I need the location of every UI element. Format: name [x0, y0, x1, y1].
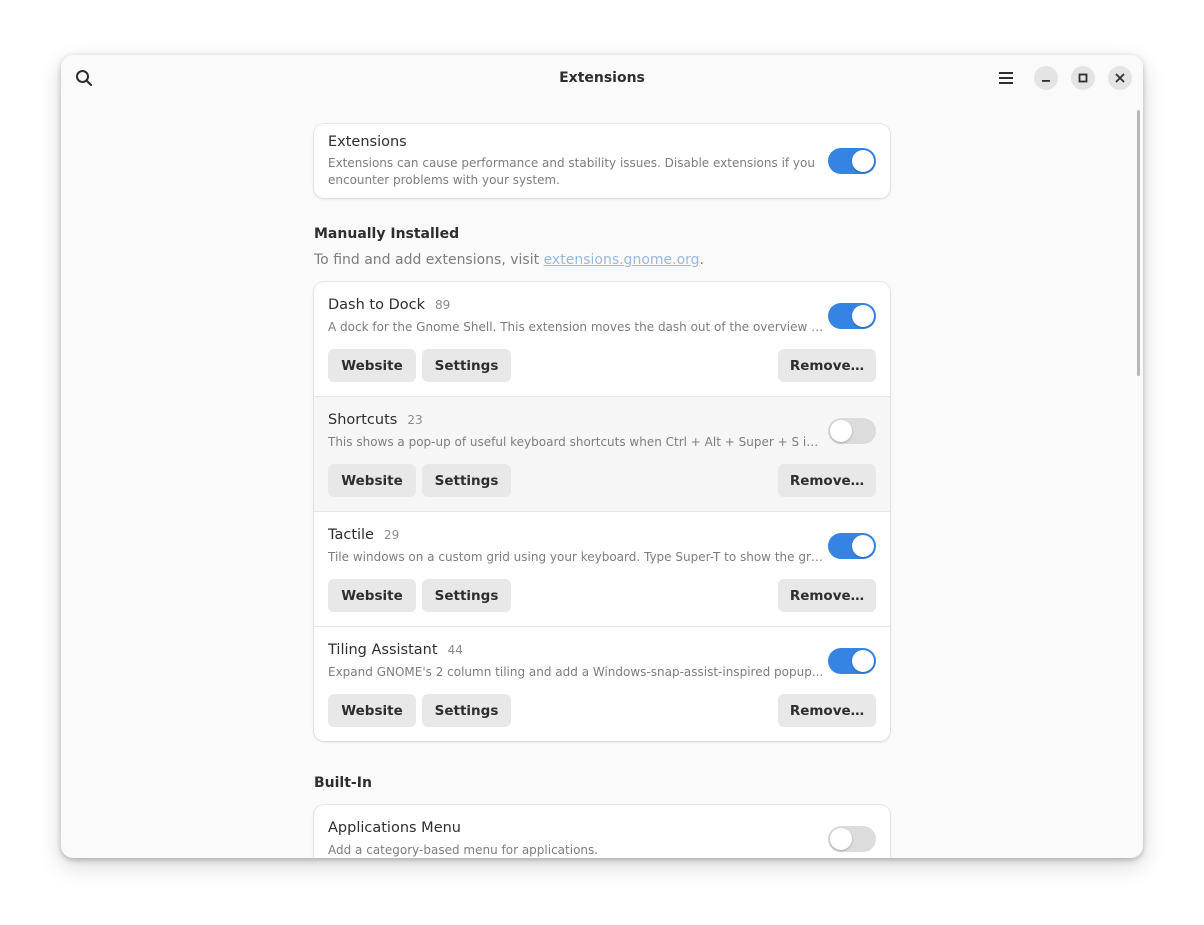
website-button[interactable]: Website	[328, 349, 416, 382]
built-in-heading: Built-In	[314, 775, 372, 791]
extensions-master-title: Extensions	[328, 134, 407, 150]
switch-knob	[830, 420, 852, 442]
remove-button[interactable]: Remove…	[778, 464, 876, 497]
remove-button[interactable]: Remove…	[778, 694, 876, 727]
extensions-master-switch[interactable]	[828, 148, 876, 174]
extension-row-dash-to-dock: Dash to Dock 89 A dock for the Gnome Shel…	[314, 282, 890, 396]
extensions-window: Extensions Extensions Extensions can cau…	[61, 55, 1143, 858]
remove-button[interactable]: Remove…	[778, 579, 876, 612]
switch-knob	[852, 650, 874, 672]
extension-row-shortcuts: Shortcuts 23 This shows a pop-up of usefu…	[314, 396, 890, 511]
extension-version: 89	[434, 298, 451, 312]
hamburger-menu-icon	[999, 72, 1013, 84]
builtin-extensions-list: Applications Menu Add a category-based m…	[314, 805, 890, 858]
website-button[interactable]: Website	[328, 464, 416, 497]
close-button[interactable]	[1108, 66, 1132, 90]
desc-prefix: To find and add extensions, visit	[314, 252, 544, 268]
close-icon	[1115, 73, 1125, 83]
extension-version: 44	[447, 643, 463, 657]
extension-description: This shows a pop-up of useful keyboard s…	[328, 435, 824, 449]
header-bar: Extensions	[61, 55, 1143, 102]
maximize-icon	[1078, 73, 1088, 83]
extension-switch-tiling-assistant[interactable]	[828, 648, 876, 674]
extension-title: Tiling Assistant 44	[328, 642, 463, 658]
extension-title: Shortcuts 23	[328, 412, 423, 428]
extension-version: 29	[383, 528, 400, 542]
extension-description: Expand GNOME's 2 column tiling and add a…	[328, 665, 824, 679]
extension-switch-dash-to-dock[interactable]	[828, 303, 876, 329]
extensions-toggle-card: Extensions Extensions can cause performa…	[314, 124, 890, 198]
minimize-button[interactable]	[1034, 66, 1058, 90]
extension-name: Dash to Dock	[328, 297, 425, 313]
search-icon	[76, 70, 93, 87]
manually-installed-heading: Manually Installed	[314, 226, 460, 242]
extensions-master-description: Extensions can cause performance and sta…	[328, 156, 815, 187]
website-button[interactable]: Website	[328, 694, 416, 727]
switch-knob	[830, 828, 852, 850]
manual-extensions-list: Dash to Dock 89 A dock for the Gnome Shel…	[314, 282, 890, 741]
extension-row-tiling-assistant: Tiling Assistant 44 Expand GNOME's 2 colu…	[314, 626, 890, 741]
extension-description: Add a category-based menu for applicatio…	[328, 843, 599, 857]
switch-knob	[852, 535, 874, 557]
settings-button[interactable]: Settings	[422, 579, 511, 612]
content-column: Extensions Extensions can cause performa…	[314, 124, 890, 858]
extension-name: Tactile	[328, 527, 374, 543]
extension-switch-applications-menu[interactable]	[828, 826, 876, 852]
extension-description: Tile windows on a custom grid using your…	[328, 550, 824, 564]
vertical-scrollbar[interactable]	[1137, 110, 1140, 376]
extension-version: 23	[407, 413, 423, 427]
extension-description: A dock for the Gnome Shell. This extensi…	[328, 320, 824, 334]
remove-button[interactable]: Remove…	[778, 349, 876, 382]
extensions-site-link[interactable]: extensions.gnome.org	[544, 252, 700, 268]
switch-knob	[852, 305, 874, 327]
minimize-icon	[1042, 80, 1050, 82]
main-menu-button[interactable]	[991, 63, 1021, 93]
extensions-master-row: Extensions Extensions can cause performa…	[314, 124, 890, 198]
extension-name: Shortcuts	[328, 412, 398, 428]
extension-switch-tactile[interactable]	[828, 533, 876, 559]
extension-title: Dash to Dock 89	[328, 297, 450, 313]
extension-switch-shortcuts[interactable]	[828, 418, 876, 444]
settings-button[interactable]: Settings	[422, 694, 511, 727]
extension-title: Tactile 29	[328, 527, 399, 543]
search-button[interactable]	[69, 63, 99, 93]
maximize-button[interactable]	[1071, 66, 1095, 90]
extension-row-tactile: Tactile 29 Tile windows on a custom grid …	[314, 511, 890, 626]
switch-knob	[852, 150, 874, 172]
window-title: Extensions	[559, 70, 645, 86]
website-button[interactable]: Website	[328, 579, 416, 612]
desc-suffix: .	[699, 252, 704, 268]
settings-button[interactable]: Settings	[422, 464, 511, 497]
scrollable-content[interactable]: Extensions Extensions can cause performa…	[61, 102, 1143, 858]
manually-installed-description: To find and add extensions, visit extens…	[314, 250, 890, 270]
settings-button[interactable]: Settings	[422, 349, 511, 382]
extension-name: Tiling Assistant	[328, 642, 438, 658]
extension-row-applications-menu: Applications Menu Add a category-based m…	[314, 805, 890, 858]
extension-name: Applications Menu	[328, 820, 461, 836]
